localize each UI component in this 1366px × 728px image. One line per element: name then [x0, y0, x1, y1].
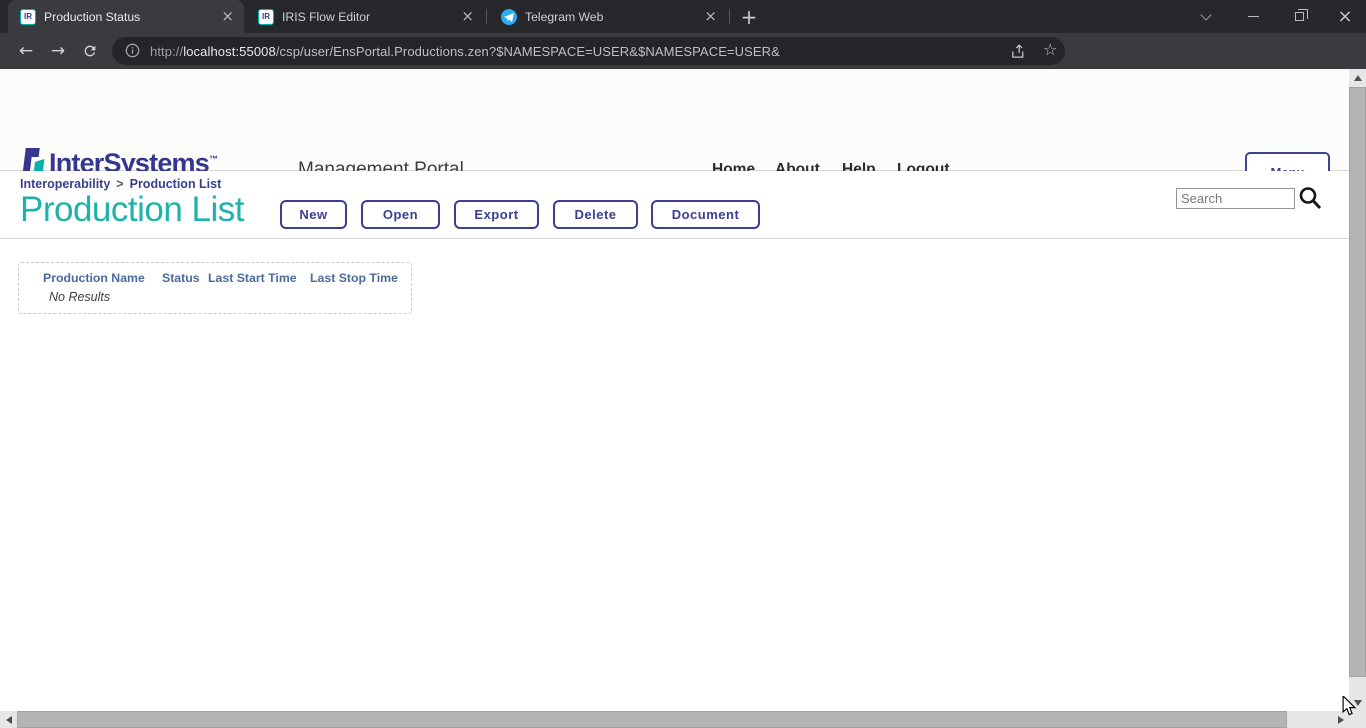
export-button[interactable]: Export — [454, 200, 539, 229]
site-info-icon[interactable] — [125, 43, 140, 63]
delete-button[interactable]: Delete — [553, 200, 638, 229]
tab-title: Telegram Web — [525, 10, 698, 24]
window-close-button[interactable]: × — [1325, 0, 1365, 33]
browser-window: IR Production Status × IR IRIS Flow Edit… — [0, 0, 1366, 728]
breadcrumb: Interoperability > Production List — [20, 177, 221, 191]
portal-header: InterSystems™ IRIS Data Platform Managem… — [0, 69, 1349, 171]
tab-production-status[interactable]: IR Production Status × — [8, 0, 244, 33]
iris-favicon-icon: IR — [20, 9, 36, 25]
horizontal-scrollbar-thumb[interactable] — [17, 711, 1287, 728]
telegram-favicon-icon — [501, 9, 517, 25]
vertical-scrollbar[interactable] — [1349, 69, 1366, 711]
vertical-scrollbar-thumb[interactable] — [1349, 87, 1366, 677]
page-title: Production List — [20, 190, 244, 230]
breadcrumb-separator: > — [116, 177, 123, 191]
breadcrumb-parent[interactable]: Interoperability — [20, 177, 110, 191]
scroll-right-icon[interactable] — [1332, 711, 1349, 728]
scroll-up-icon[interactable] — [1349, 69, 1366, 86]
window-minimize-button[interactable] — [1233, 0, 1273, 33]
forward-icon[interactable]: → — [43, 33, 73, 69]
search-input[interactable] — [1176, 188, 1295, 209]
url-text[interactable]: http://localhost:55008/csp/user/EnsPorta… — [150, 44, 780, 59]
back-icon[interactable]: ← — [11, 33, 41, 69]
production-table: Production Name Status Last Start Time L… — [18, 262, 412, 314]
tab-separator — [486, 9, 487, 24]
scroll-left-icon[interactable] — [0, 711, 17, 728]
reload-icon[interactable] — [75, 33, 105, 69]
window-chevron-icon[interactable] — [1186, 0, 1226, 33]
col-status[interactable]: Status — [162, 271, 200, 285]
scroll-down-icon[interactable] — [1349, 694, 1366, 711]
col-last-start-time[interactable]: Last Start Time — [208, 271, 297, 285]
url-host: localhost:55008 — [183, 44, 276, 59]
address-bar[interactable]: http://localhost:55008/csp/user/EnsPorta… — [112, 37, 1065, 65]
tab-title: Production Status — [44, 10, 215, 24]
horizontal-scrollbar[interactable] — [0, 711, 1349, 728]
tab-bar: IR Production Status × IR IRIS Flow Edit… — [0, 0, 1366, 33]
breadcrumb-current: Production List — [130, 177, 222, 191]
url-path: /csp/user/EnsPortal.Productions.zen?$NAM… — [276, 44, 780, 59]
tab-close-icon[interactable]: × — [704, 9, 717, 24]
search-icon[interactable] — [1296, 184, 1324, 212]
document-button[interactable]: Document — [651, 200, 760, 229]
col-production-name[interactable]: Production Name — [43, 271, 145, 285]
iris-favicon-icon: IR — [258, 9, 274, 25]
tab-close-icon[interactable]: × — [461, 9, 474, 24]
trademark: ™ — [209, 154, 217, 164]
new-button[interactable]: New — [280, 200, 347, 229]
tab-iris-flow-editor[interactable]: IR IRIS Flow Editor × — [246, 0, 484, 33]
col-last-stop-time[interactable]: Last Stop Time — [310, 271, 398, 285]
tab-title: IRIS Flow Editor — [282, 10, 455, 24]
browser-toolbar: ← → http://localhost:55008/csp/user/EnsP… — [0, 33, 1366, 69]
tab-separator — [729, 9, 730, 24]
new-tab-button[interactable]: + — [736, 4, 762, 30]
tab-close-icon[interactable]: × — [221, 9, 234, 24]
no-results-text: No Results — [49, 290, 110, 304]
share-icon[interactable] — [1010, 43, 1027, 65]
tab-telegram-web[interactable]: Telegram Web × — [489, 0, 727, 33]
window-restore-button[interactable] — [1279, 0, 1319, 33]
bookmark-star-icon[interactable]: ☆ — [1043, 40, 1057, 59]
url-scheme: http:// — [150, 44, 183, 59]
open-button[interactable]: Open — [361, 200, 440, 229]
scrollbar-corner — [1349, 711, 1366, 728]
